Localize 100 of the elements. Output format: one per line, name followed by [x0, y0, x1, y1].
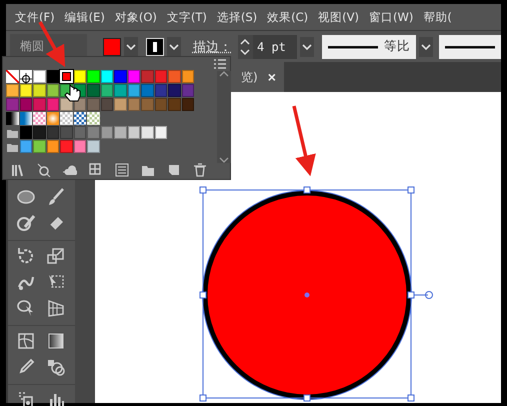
close-button[interactable]: × — [268, 69, 276, 85]
scroll-down-icon[interactable] — [219, 157, 229, 163]
perspective-grid-icon[interactable] — [46, 298, 66, 318]
dropdown-button[interactable] — [124, 36, 138, 56]
grid-menu-icon[interactable] — [89, 163, 103, 177]
color-swatch[interactable] — [33, 126, 46, 139]
color-swatch[interactable] — [114, 84, 126, 97]
color-swatch[interactable] — [154, 70, 167, 83]
paintbrush-icon[interactable] — [46, 187, 66, 207]
color-swatch[interactable] — [33, 140, 46, 153]
stroke-swatch[interactable] — [146, 38, 164, 56]
color-swatch[interactable] — [141, 84, 154, 97]
color-swatch[interactable] — [20, 98, 32, 111]
color-swatch[interactable] — [141, 70, 154, 83]
color-swatch[interactable] — [20, 126, 32, 139]
new-group-icon[interactable] — [141, 163, 155, 177]
color-swatch[interactable] — [182, 70, 194, 83]
blend-icon[interactable] — [46, 357, 66, 377]
blob-brush-icon[interactable] — [16, 213, 36, 233]
color-swatch[interactable] — [6, 70, 18, 83]
cloud-icon[interactable] — [63, 163, 77, 177]
color-swatch[interactable] — [87, 140, 100, 153]
dropdown-button[interactable] — [166, 36, 181, 56]
color-swatch[interactable] — [60, 140, 72, 153]
color-swatch[interactable] — [154, 84, 167, 97]
color-swatch[interactable] — [87, 98, 100, 111]
color-swatch[interactable] — [33, 112, 46, 125]
color-swatch[interactable] — [20, 70, 32, 83]
color-swatch[interactable] — [100, 84, 113, 97]
color-swatch[interactable] — [114, 70, 126, 83]
color-swatch[interactable] — [60, 70, 72, 83]
color-swatch[interactable] — [46, 98, 59, 111]
color-swatch[interactable] — [20, 112, 32, 125]
color-swatch[interactable] — [74, 126, 86, 139]
menu-item[interactable]: 文件(F) — [10, 10, 60, 24]
mesh-icon[interactable] — [16, 331, 36, 351]
color-swatch[interactable] — [6, 98, 18, 111]
color-swatch[interactable] — [100, 70, 113, 83]
color-swatch[interactable] — [182, 98, 194, 111]
color-swatch[interactable] — [46, 126, 59, 139]
menu-item[interactable]: 视图(V) — [313, 10, 364, 24]
menu-item[interactable]: 效果(C) — [262, 10, 314, 24]
symbol-sprayer-icon[interactable] — [16, 390, 36, 406]
swatch-options-icon[interactable] — [37, 163, 51, 177]
color-swatch[interactable] — [141, 98, 154, 111]
color-swatch[interactable] — [87, 126, 100, 139]
color-swatch[interactable] — [128, 70, 140, 83]
dropdown-button[interactable] — [419, 36, 433, 56]
color-swatch[interactable] — [74, 70, 86, 83]
color-swatch[interactable] — [33, 70, 46, 83]
color-swatch[interactable] — [114, 126, 126, 139]
rotate-icon[interactable] — [16, 246, 36, 266]
color-swatch[interactable] — [168, 70, 180, 83]
new-swatch-icon[interactable] — [167, 163, 181, 177]
scale-icon[interactable] — [46, 246, 66, 266]
fill-swatch[interactable] — [103, 38, 121, 56]
color-swatch[interactable] — [128, 98, 140, 111]
color-swatch[interactable] — [114, 98, 126, 111]
spinner-icon[interactable] — [239, 36, 252, 56]
color-swatch[interactable] — [168, 98, 180, 111]
color-swatch[interactable] — [46, 84, 59, 97]
menu-item[interactable]: 编辑(E) — [60, 10, 110, 24]
color-swatch[interactable] — [100, 98, 113, 111]
menu-item[interactable]: 帮助( — [418, 10, 457, 24]
panel-menu-icon[interactable] — [214, 59, 226, 69]
color-swatch[interactable] — [46, 112, 59, 125]
list-icon[interactable] — [115, 163, 129, 177]
color-swatch[interactable] — [60, 126, 72, 139]
color-swatch[interactable] — [6, 84, 18, 97]
color-swatch[interactable] — [33, 98, 46, 111]
color-swatch[interactable] — [128, 84, 140, 97]
stroke-label[interactable]: 描边： — [192, 38, 232, 56]
color-swatch[interactable] — [87, 112, 100, 125]
color-swatch[interactable] — [6, 112, 18, 125]
dropdown-button[interactable] — [300, 36, 314, 56]
color-swatch[interactable] — [100, 126, 113, 139]
delete-icon[interactable] — [193, 163, 207, 177]
scroll-up-icon[interactable] — [219, 71, 229, 77]
profile-dropdown[interactable]: 等比 — [322, 34, 416, 58]
color-swatch[interactable] — [74, 112, 86, 125]
color-swatch[interactable] — [33, 84, 46, 97]
color-swatch[interactable] — [87, 84, 100, 97]
color-swatch[interactable] — [87, 70, 100, 83]
menu-item[interactable]: 对象(O) — [110, 10, 162, 24]
color-swatch[interactable] — [20, 140, 32, 153]
color-swatch[interactable] — [46, 70, 59, 83]
brush-dropdown[interactable] — [439, 34, 501, 58]
color-swatch[interactable] — [60, 112, 72, 125]
stroke-weight-field[interactable]: 4 pt — [253, 34, 297, 58]
library-icon[interactable] — [11, 163, 25, 177]
color-swatch[interactable] — [168, 84, 180, 97]
color-swatch[interactable] — [20, 84, 32, 97]
menu-item[interactable]: 文字(T) — [162, 10, 212, 24]
color-swatch[interactable] — [46, 140, 59, 153]
menu-item[interactable]: 选择(S) — [212, 10, 262, 24]
color-swatch[interactable] — [74, 140, 86, 153]
color-swatch[interactable] — [154, 126, 167, 139]
color-swatch[interactable] — [141, 126, 154, 139]
gradient-icon[interactable] — [46, 331, 66, 351]
color-swatch[interactable] — [154, 98, 167, 111]
